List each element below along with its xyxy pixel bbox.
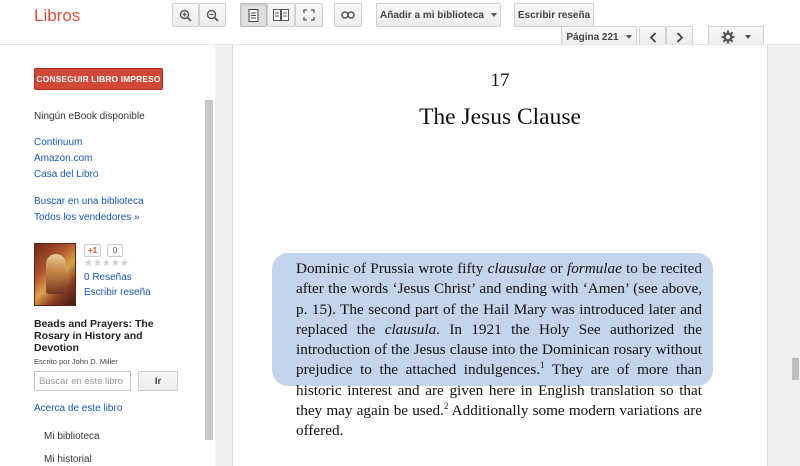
zoom-in-button[interactable]: [172, 3, 199, 27]
link-icon: [341, 11, 355, 19]
chapter-number: 17: [490, 70, 510, 91]
plus-one-count: 0: [107, 244, 123, 257]
gear-icon: [721, 30, 735, 44]
paragraph-text: Dominic of Prussia wrote fifty: [296, 260, 488, 277]
brand-logo[interactable]: Libros: [34, 6, 80, 26]
page-selector-label: Página 221: [566, 31, 619, 43]
chapter-title: The Jesus Clause: [419, 104, 581, 130]
paragraph-text: or: [545, 260, 567, 277]
write-review-label: Escribir reseña: [517, 9, 591, 21]
plus-one-label: +1: [88, 246, 98, 255]
book-cover[interactable]: [34, 243, 76, 306]
chapter-paragraph: Dominic of Prussia wrote fifty clausulae…: [296, 259, 702, 442]
reviews-link[interactable]: 0 Reseñas: [84, 272, 132, 283]
no-ebook-text: Ningún eBook disponible: [34, 111, 145, 122]
two-page-icon: [273, 9, 289, 21]
chevron-down-icon: [745, 35, 751, 39]
cover-figure: [46, 254, 66, 294]
my-history-link[interactable]: Mi historial: [44, 454, 92, 465]
all-sellers-link[interactable]: Todos los vendedores »: [34, 212, 140, 223]
book-author: Escrito por John D. Miller: [34, 357, 118, 366]
reader-scrollbar[interactable]: [792, 358, 799, 380]
fullscreen-button[interactable]: [295, 3, 323, 27]
about-book-link[interactable]: Acerca de este libro: [34, 403, 122, 414]
seller-link-casa-del-libro[interactable]: Casa del Libro: [34, 169, 98, 180]
paragraph-italic: clausula: [384, 320, 437, 338]
zoom-in-icon: [179, 9, 192, 22]
link-button[interactable]: [334, 3, 362, 27]
plus-one-button[interactable]: +1: [84, 244, 102, 257]
single-page-icon: [248, 8, 259, 22]
paragraph-italic: clausulae: [487, 260, 546, 277]
search-go-button[interactable]: Ir: [138, 371, 178, 391]
seller-link-amazon[interactable]: Amazon.com: [34, 153, 92, 164]
sidebar-scrollbar[interactable]: [205, 100, 213, 440]
chevron-down-icon: [625, 35, 632, 39]
seller-link-continuum[interactable]: Continuum: [34, 137, 82, 148]
chevron-left-icon: [649, 31, 656, 43]
zoom-out-icon: [206, 9, 219, 22]
find-in-library-link[interactable]: Buscar en una biblioteca: [34, 196, 144, 207]
search-in-book-input[interactable]: [34, 371, 131, 391]
chevron-right-icon: [676, 31, 683, 43]
single-page-view-button[interactable]: [240, 3, 267, 27]
two-page-view-button[interactable]: [267, 3, 295, 27]
top-bar: Libros Añadir a mi biblioteca Escribir r…: [0, 0, 800, 48]
fullscreen-icon: [303, 9, 315, 21]
book-title: Beads and Prayers: The Rosary in History…: [34, 318, 154, 354]
zoom-out-button[interactable]: [199, 3, 226, 27]
paragraph-italic: formulae: [566, 260, 622, 277]
get-print-book-button[interactable]: CONSEGUIR LIBRO IMPRESO: [34, 68, 163, 90]
write-review-link[interactable]: Escribir reseña: [84, 287, 151, 298]
write-review-button[interactable]: Escribir reseña: [514, 3, 594, 27]
rating-stars[interactable]: ★★★★★: [84, 258, 129, 269]
my-library-link[interactable]: Mi biblioteca: [44, 431, 100, 442]
chevron-down-icon: [490, 13, 497, 17]
add-to-library-label: Añadir a mi biblioteca: [380, 9, 484, 21]
add-to-library-button[interactable]: Añadir a mi biblioteca: [376, 3, 501, 27]
